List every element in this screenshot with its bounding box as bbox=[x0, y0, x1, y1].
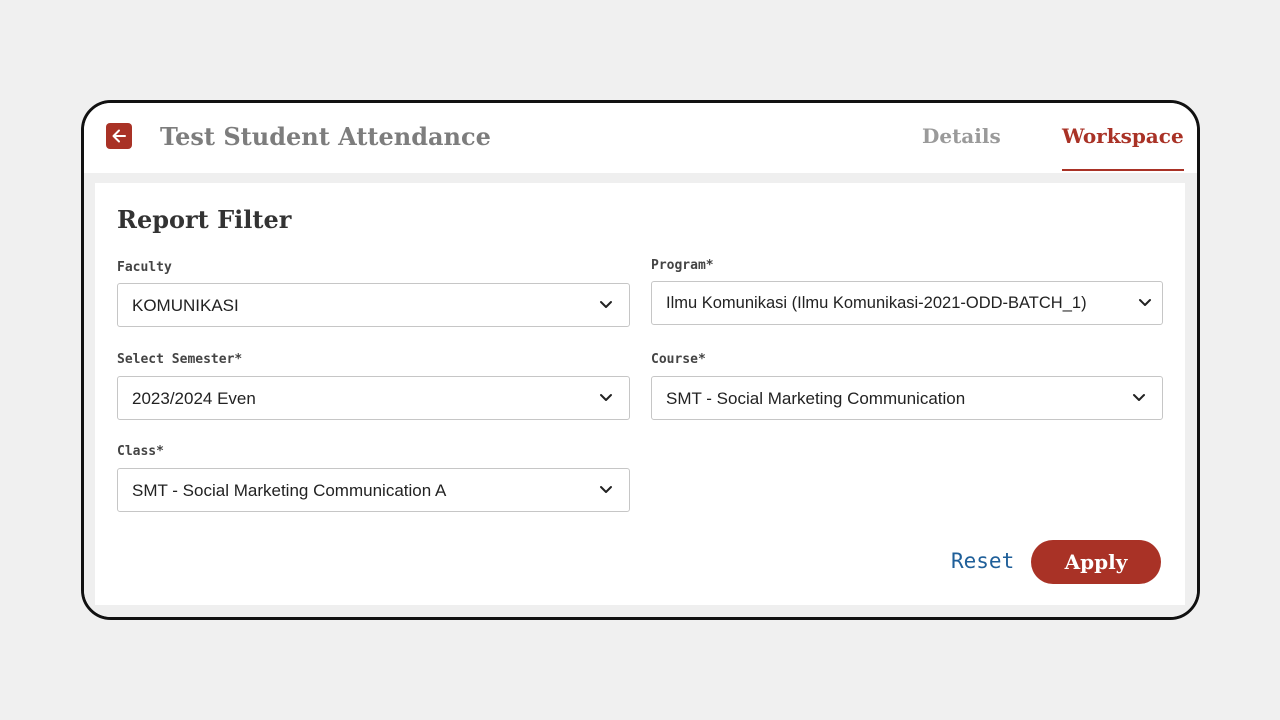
class-label: Class* bbox=[117, 444, 164, 459]
arrow-left-icon bbox=[112, 129, 126, 143]
semester-value: 2023/2024 Even bbox=[132, 389, 256, 408]
faculty-value: KOMUNIKASI bbox=[132, 296, 239, 315]
class-select[interactable]: SMT - Social Marketing Communication A bbox=[117, 468, 630, 512]
semester-label: Select Semester* bbox=[117, 352, 243, 367]
chevron-down-icon bbox=[600, 486, 612, 493]
tab-workspace[interactable]: Workspace bbox=[1062, 124, 1184, 148]
program-label: Program* bbox=[651, 258, 714, 273]
program-value: Ilmu Komunikasi (Ilmu Komunikasi-2021-OD… bbox=[666, 294, 1087, 312]
reset-button[interactable]: Reset bbox=[951, 549, 1014, 573]
course-label: Course* bbox=[651, 352, 706, 367]
class-value: SMT - Social Marketing Communication A bbox=[132, 481, 447, 500]
report-filter-card: Report Filter Faculty KOMUNIKASI Program… bbox=[95, 183, 1185, 605]
course-select[interactable]: SMT - Social Marketing Communication bbox=[651, 376, 1163, 420]
chevron-down-icon bbox=[1139, 299, 1151, 306]
header-bar: Test Student Attendance Details Workspac… bbox=[84, 103, 1197, 173]
chevron-down-icon bbox=[600, 301, 612, 308]
semester-select[interactable]: 2023/2024 Even bbox=[117, 376, 630, 420]
chevron-down-icon bbox=[600, 394, 612, 401]
app-window: Test Student Attendance Details Workspac… bbox=[81, 100, 1200, 620]
back-button[interactable] bbox=[106, 123, 132, 149]
active-tab-indicator bbox=[1062, 169, 1184, 171]
faculty-select[interactable]: KOMUNIKASI bbox=[117, 283, 630, 327]
faculty-label: Faculty bbox=[117, 260, 172, 275]
apply-button[interactable]: Apply bbox=[1031, 540, 1161, 584]
chevron-down-icon bbox=[1133, 394, 1145, 401]
program-select[interactable]: Ilmu Komunikasi (Ilmu Komunikasi-2021-OD… bbox=[651, 281, 1163, 325]
report-filter-title: Report Filter bbox=[117, 205, 292, 234]
course-value: SMT - Social Marketing Communication bbox=[666, 389, 966, 408]
page-title: Test Student Attendance bbox=[160, 122, 491, 151]
tab-details[interactable]: Details bbox=[922, 124, 1001, 148]
